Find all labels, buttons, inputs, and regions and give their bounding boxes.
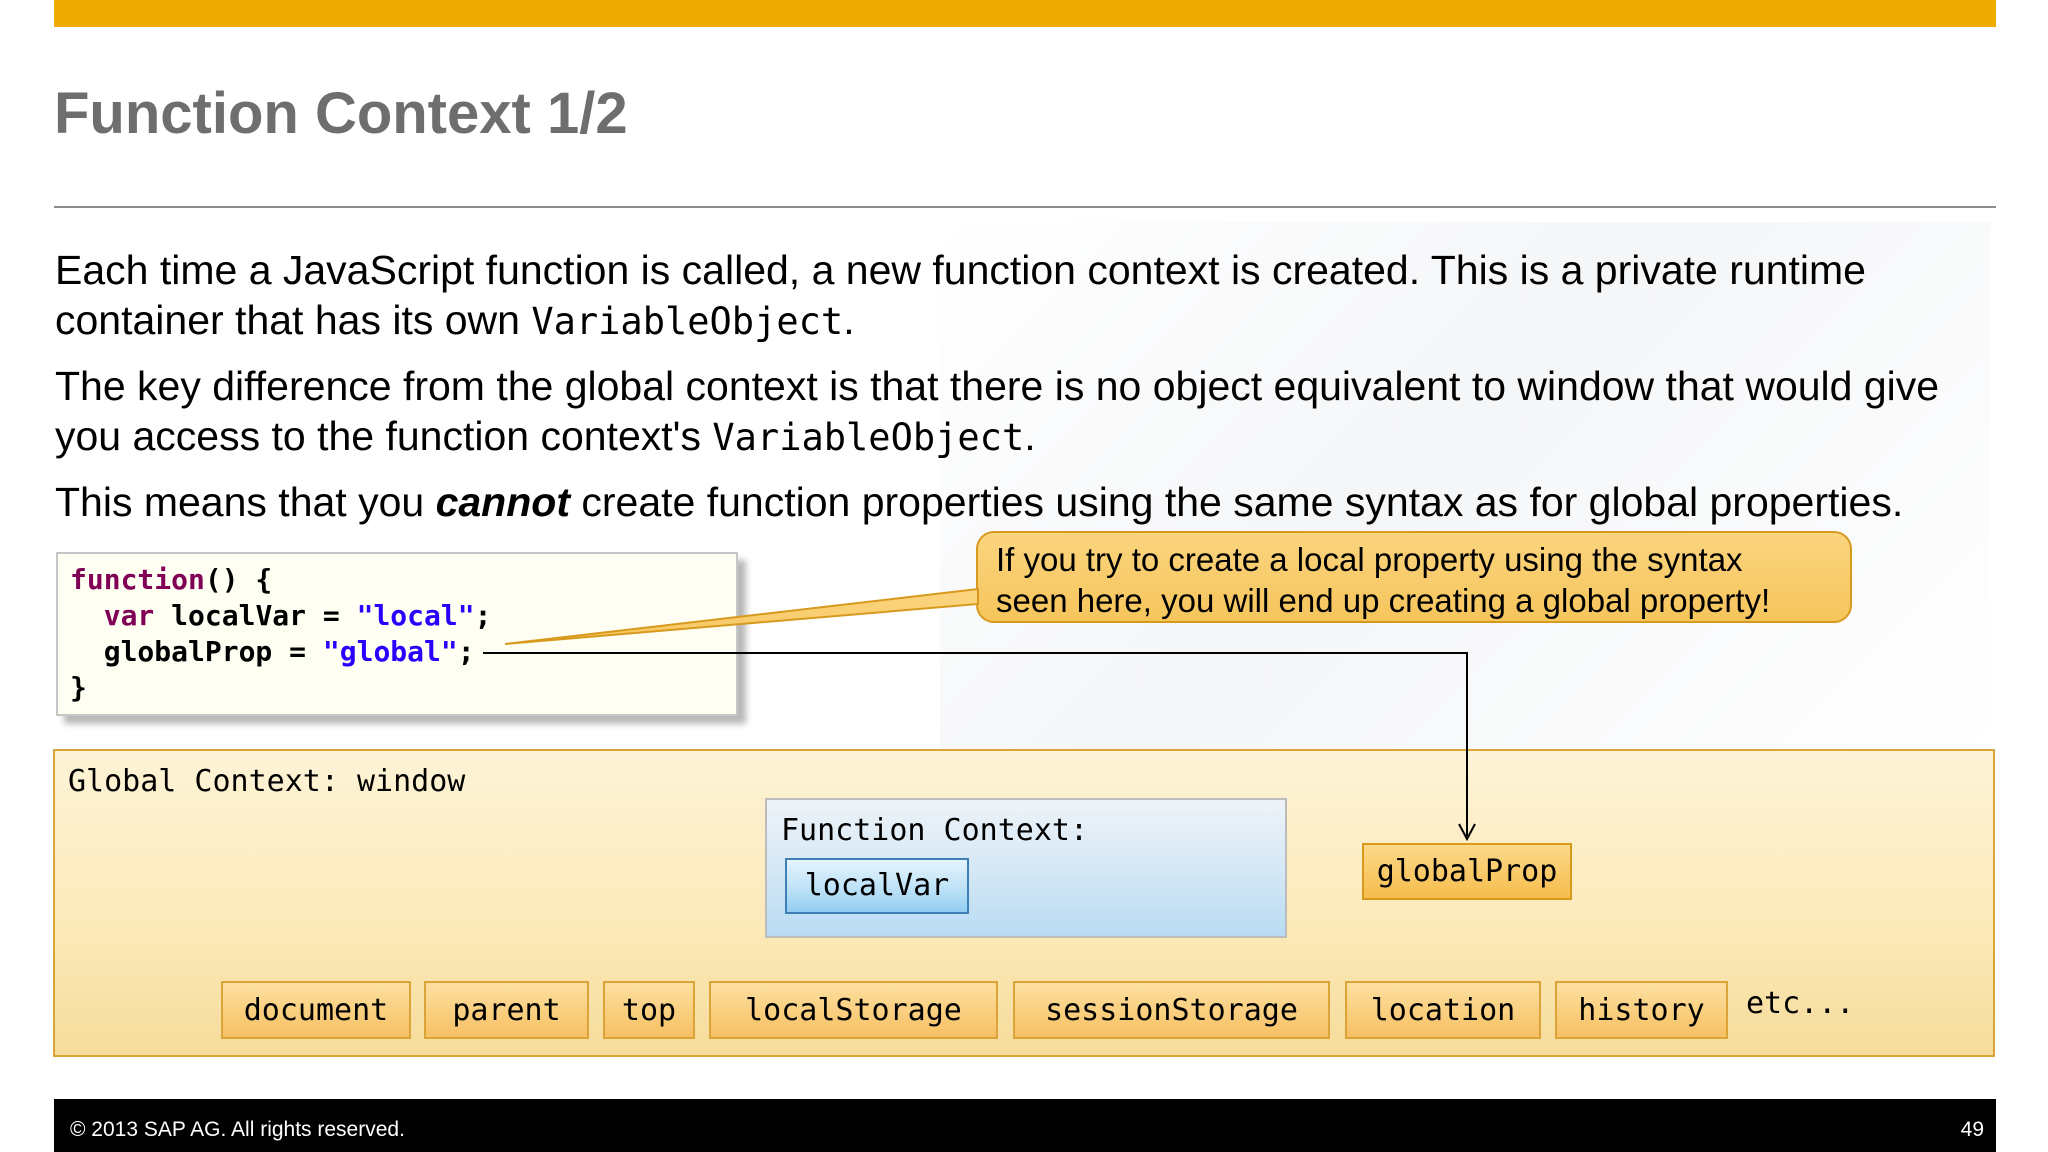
code-keyword-function: function [70,563,205,596]
code-string-global: "global" [322,635,458,668]
prop-sessionstorage: sessionStorage [1013,981,1330,1039]
globalprop-box: globalProp [1362,843,1572,900]
etc-label: etc... [1746,986,1855,1021]
prop-document: document [221,981,411,1039]
callout-line-1: If you try to create a local property us… [996,541,1743,578]
prop-top: top [603,981,695,1039]
paragraph-3-text-b: create function properties using the sam… [569,479,1904,525]
paragraph-3-text-a: This means that you [55,479,436,525]
code-keyword-var: var [103,599,155,632]
paragraph-2: The key difference from the global conte… [55,361,2005,463]
page-number: 49 [1960,1118,1984,1141]
paragraph-2-code: VariableObject [712,416,1025,459]
prop-localstorage: localStorage [709,981,998,1039]
code-line4: } [70,671,87,704]
global-context-label: Global Context: window [68,764,466,799]
prop-location: location [1345,981,1541,1039]
code-string-local: "local" [356,599,475,632]
paragraph-1: Each time a JavaScript function is calle… [55,245,2005,347]
paragraph-1-text-b: . [843,297,855,343]
function-context-label: Function Context: [781,813,1089,848]
code-snippet: function() { var localVar = "local"; glo… [70,562,491,706]
paragraph-1-text-a: Each time a JavaScript function is calle… [55,247,1866,343]
paragraph-3-emphasis: cannot [435,479,570,525]
code-line2-end: ; [474,599,492,632]
top-accent-bar [54,0,1996,27]
copyright-text: © 2013 SAP AG. All rights reserved. [70,1118,405,1141]
code-line3-mid: globalProp = [103,635,323,668]
prop-parent: parent [424,981,589,1039]
warning-callout: If you try to create a local property us… [976,531,1852,623]
callout-line-2: seen here, you will end up creating a gl… [996,582,1771,619]
paragraph-3: This means that you cannot create functi… [55,477,2005,527]
paragraph-1-code: VariableObject [531,300,844,343]
title-divider [54,206,1996,208]
prop-history: history [1555,981,1728,1039]
code-box: function() { var localVar = "local"; glo… [56,552,738,716]
code-line2-mid: localVar = [154,599,357,632]
slide-title: Function Context 1/2 [54,81,628,146]
code-line3-end: ; [457,635,475,668]
paragraph-2-text-b: . [1024,413,1036,459]
code-line1-rest: () { [204,563,273,596]
localvar-box: localVar [785,858,969,914]
